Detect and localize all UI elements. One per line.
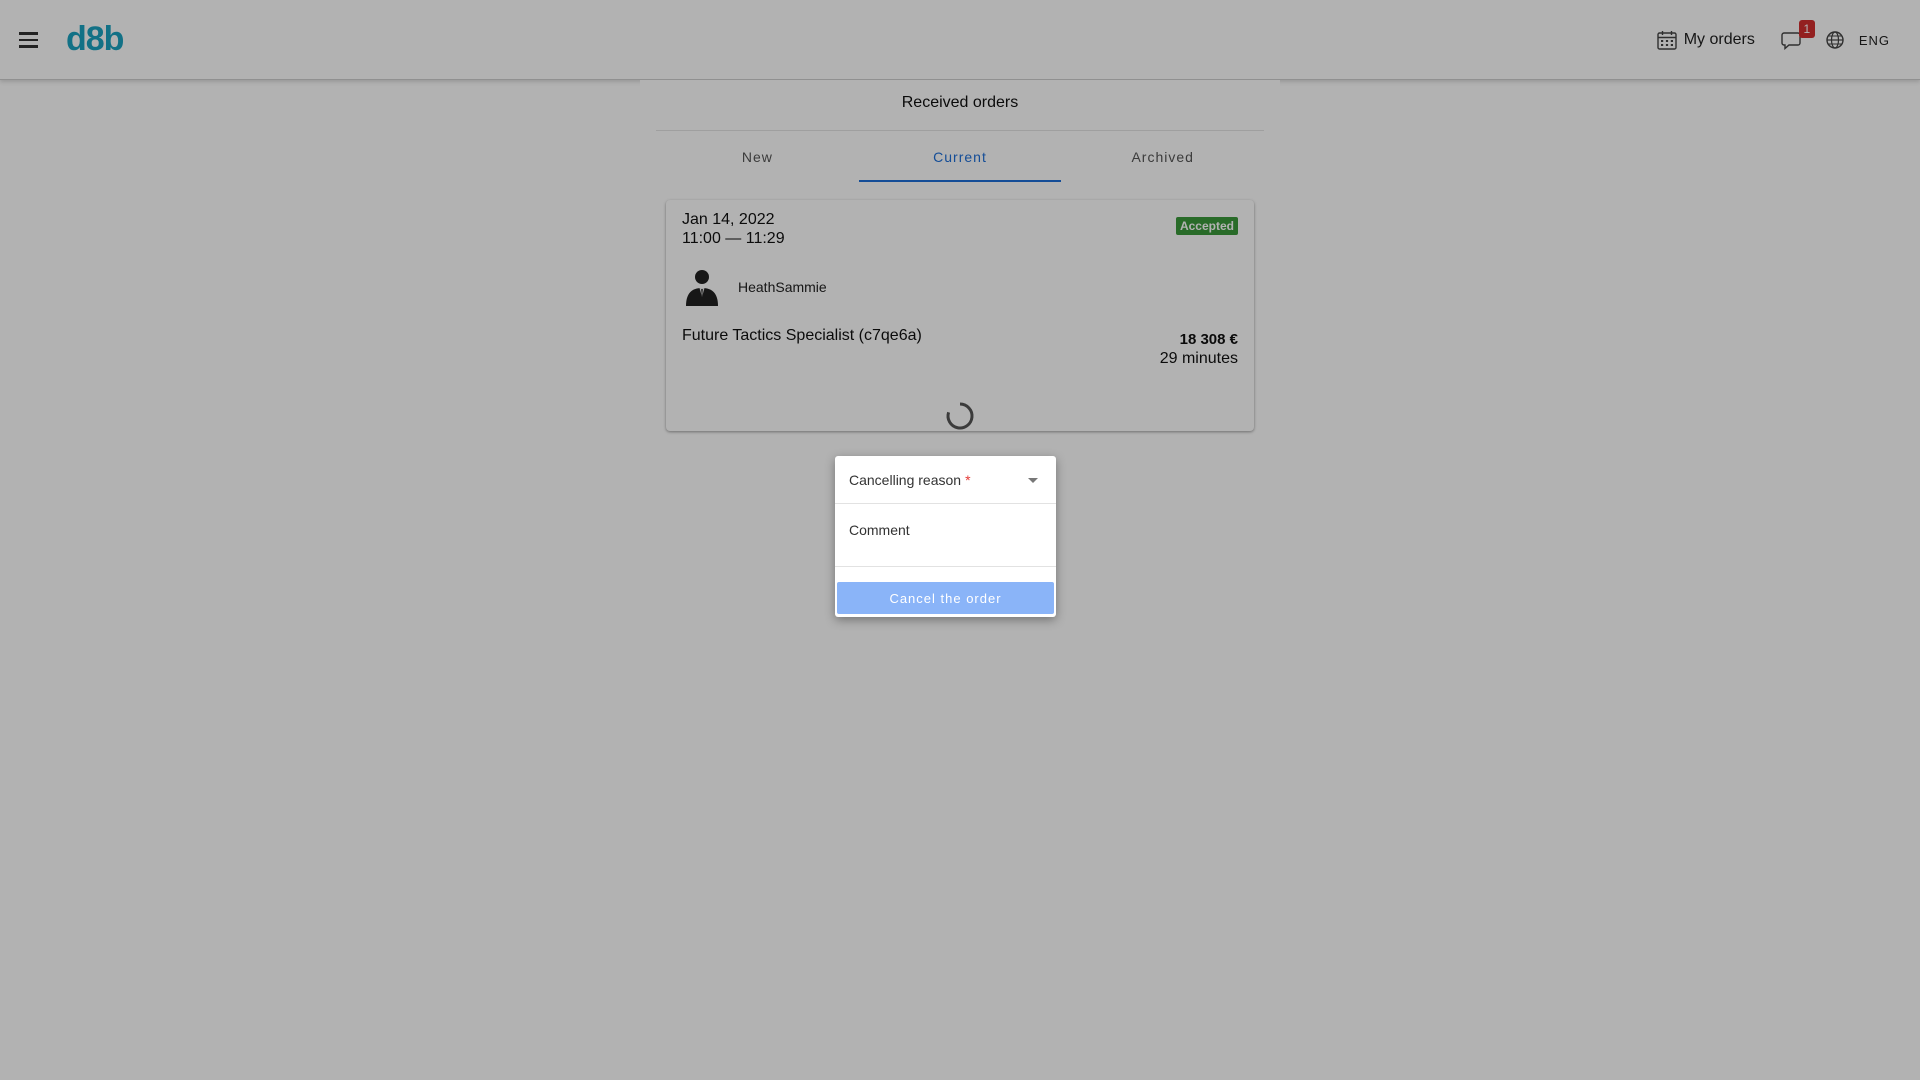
cancel-order-button[interactable]: Cancel the order <box>837 582 1054 614</box>
dropdown-arrow-icon <box>1028 478 1038 483</box>
cancelling-reason-label: Cancelling reason * <box>849 472 971 488</box>
comment-label: Comment <box>849 522 910 538</box>
cancelling-reason-select[interactable]: Cancelling reason * <box>835 456 1056 504</box>
required-mark: * <box>965 472 971 488</box>
comment-input[interactable]: Comment <box>835 505 1056 567</box>
cancel-order-dialog: Cancelling reason * Comment Cancel the or… <box>835 456 1056 617</box>
